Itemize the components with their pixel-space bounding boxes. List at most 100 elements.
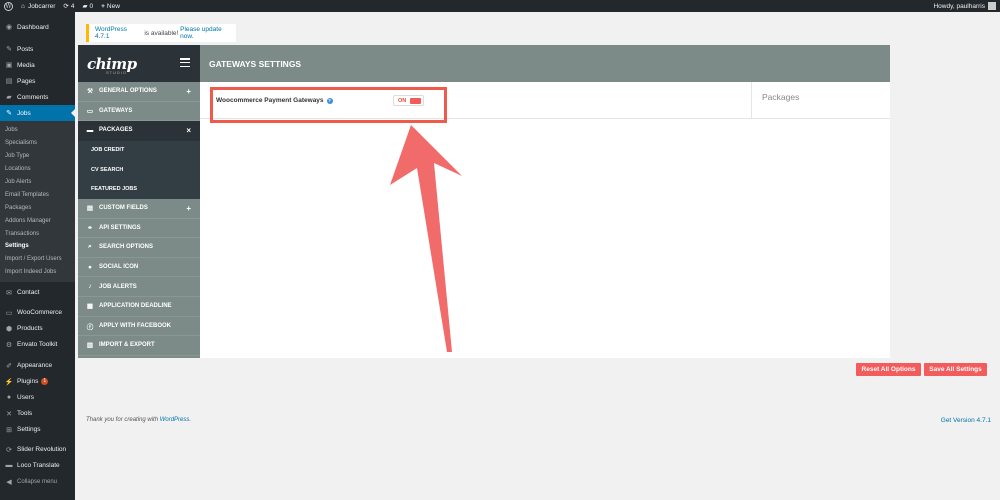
- home-icon: ⌂: [21, 2, 25, 10]
- facebook-icon: ⓕ: [86, 323, 94, 331]
- nav-label: JOB ALERTS: [99, 283, 137, 290]
- nav-cv-search[interactable]: CV SEARCH: [78, 160, 200, 179]
- menu-plugins[interactable]: ⚡ Plugins 1: [0, 374, 75, 390]
- jobs-submenu-item[interactable]: Addons Manager: [0, 214, 75, 227]
- jobs-submenu-item[interactable]: Specialisms: [0, 137, 75, 150]
- nav-label: SEARCH OPTIONS: [99, 244, 154, 251]
- logo-subtext: STUDIO: [106, 70, 128, 75]
- menu-contact[interactable]: ✉ Contact: [0, 285, 75, 301]
- menu-slider-revolution[interactable]: ⟳ Slider Revolution: [0, 442, 75, 458]
- jobs-submenu-item[interactable]: Settings: [0, 240, 75, 253]
- menu-products[interactable]: ⬢ Products: [0, 321, 75, 337]
- plug-icon: ⚡: [4, 378, 14, 386]
- collapse-x-icon: ×: [186, 125, 191, 135]
- menu-envato-toolkit[interactable]: ⚙ Envato Toolkit: [0, 337, 75, 353]
- menu-label: Loco Translate: [17, 462, 60, 470]
- nav-label: API SETTINGS: [99, 224, 141, 231]
- new-content-link[interactable]: + New: [97, 0, 124, 12]
- nav-api-settings[interactable]: ⚭ API SETTINGS: [78, 219, 200, 239]
- admin-bar: W ⌂ Jobcarrer ⟳ 4 ▰ 0 + New Howdy, paulh…: [0, 0, 1000, 12]
- menu-label: Collapse menu: [17, 478, 58, 485]
- menu-posts[interactable]: ✎ Posts: [0, 41, 75, 57]
- jobs-submenu-item[interactable]: Email Templates: [0, 188, 75, 201]
- import-export-icon: ▥: [86, 342, 94, 350]
- tools-icon: ⚒: [87, 88, 93, 96]
- nav-social-icon[interactable]: ● SOCIAL ICON: [78, 258, 200, 278]
- refresh-icon: ⟳: [6, 446, 12, 454]
- mail-icon: ✉: [6, 289, 12, 297]
- wordpress-version-link[interactable]: WordPress 4.7.1: [95, 26, 143, 40]
- jobs-submenu-item[interactable]: Job Alerts: [0, 176, 75, 189]
- menu-label: Appearance: [17, 362, 53, 370]
- nav-import-export[interactable]: ▥ IMPORT & EXPORT: [78, 336, 200, 356]
- wp-logo-menu[interactable]: W: [0, 0, 17, 12]
- save-all-settings-button[interactable]: Save All Settings: [924, 363, 987, 376]
- users-icon: ●: [6, 394, 12, 402]
- menu-settings[interactable]: ⊞ Settings: [0, 422, 75, 438]
- jobs-submenu-item[interactable]: Transactions: [0, 227, 75, 240]
- menu-label: Plugins: [17, 378, 39, 386]
- nav-label: SOCIAL ICON: [99, 264, 139, 271]
- admin-menu: ◉ Dashboard ✎ Posts ▣ Media ▤ Pages ▰ Comment…: [0, 12, 75, 500]
- nav-custom-fields[interactable]: ▤ CUSTOM FIELDS +: [78, 199, 200, 219]
- my-account[interactable]: Howdy, paulharris: [933, 2, 1000, 10]
- menu-label: Contact: [17, 289, 40, 297]
- menu-pages[interactable]: ▤ Pages: [0, 73, 75, 89]
- howdy-text: Howdy, paulharris: [933, 2, 985, 10]
- pin-icon: ✎: [6, 46, 12, 53]
- nav-label: GENERAL OPTIONS: [99, 88, 157, 95]
- brush-icon: ✐: [6, 362, 12, 370]
- wordpress-link[interactable]: WordPress: [160, 417, 190, 423]
- site-name-link[interactable]: ⌂ Jobcarrer: [17, 0, 59, 12]
- menu-media[interactable]: ▣ Media: [0, 57, 75, 73]
- nav-gateways[interactable]: ▭ GATEWAYS: [78, 102, 200, 122]
- nav-apply-with-facebook[interactable]: ⓕ APPLY WITH FACEBOOK: [78, 317, 200, 337]
- nav-application-deadline[interactable]: ▦ APPLICATION DEADLINE: [78, 297, 200, 317]
- menu-comments[interactable]: ▰ Comments: [0, 89, 75, 105]
- avatar: [988, 2, 996, 10]
- menu-appearance[interactable]: ✐ Appearance: [0, 358, 75, 374]
- comments-link[interactable]: ▰ 0: [78, 0, 97, 12]
- footer-thanks-text: Thank you for creating with: [86, 417, 160, 423]
- menu-loco-translate[interactable]: ▬ Loco Translate: [0, 458, 75, 474]
- menu-tools[interactable]: ✕ Tools: [0, 406, 75, 422]
- nav-label: APPLY WITH FACEBOOK: [99, 322, 172, 329]
- wrench-icon: ✕: [6, 410, 12, 418]
- jobs-submenu-item[interactable]: Import Indeed Jobs: [0, 266, 75, 279]
- options-nav: ⚒ GENERAL OPTIONS + ▭ GATEWAYS ▬ PACKAGES × J…: [78, 82, 200, 358]
- menu-label: Comments: [17, 93, 49, 101]
- nav-search-options[interactable]: ⌕ SEARCH OPTIONS: [78, 238, 200, 258]
- products-icon: ⬢: [5, 325, 13, 333]
- collapse-menu-button[interactable]: ◀ Collapse menu: [0, 474, 75, 490]
- nav-featured-jobs[interactable]: FEATURED JOBS: [78, 180, 200, 199]
- page-title: GATEWAYS SETTINGS: [209, 58, 302, 69]
- nav-job-alerts[interactable]: ♪ JOB ALERTS: [78, 277, 200, 297]
- menu-woocommerce[interactable]: ▭ WooCommerce: [0, 305, 75, 321]
- menu-users[interactable]: ● Users: [0, 390, 75, 406]
- plugins-update-badge: 1: [41, 378, 49, 386]
- menu-jobs[interactable]: ✎ Jobs: [0, 105, 75, 121]
- nav-job-credit[interactable]: JOB CREDIT: [78, 141, 200, 160]
- update-now-link[interactable]: Please update now.: [180, 26, 236, 40]
- menu-dashboard[interactable]: ◉ Dashboard: [0, 19, 75, 35]
- hamburger-menu-icon[interactable]: [180, 58, 190, 67]
- jobs-submenu-item[interactable]: Jobs: [0, 124, 75, 137]
- jobs-submenu-item[interactable]: Import / Export Users: [0, 253, 75, 266]
- nav-label: APPLICATION DEADLINE: [99, 303, 172, 310]
- nav-packages[interactable]: ▬ PACKAGES ×: [78, 121, 200, 141]
- media-icon: ▣: [5, 62, 13, 69]
- jobs-submenu-item[interactable]: Locations: [0, 163, 75, 176]
- reset-all-options-button[interactable]: Reset All Options: [856, 363, 921, 376]
- footer-version-link[interactable]: Get Version 4.7.1: [941, 417, 991, 424]
- comments-count: 0: [89, 2, 94, 10]
- wordpress-icon: W: [4, 1, 13, 11]
- nav-general-options[interactable]: ⚒ GENERAL OPTIONS +: [78, 82, 200, 102]
- bell-icon: ♪: [88, 283, 92, 291]
- updates-link[interactable]: ⟳ 4: [59, 0, 78, 12]
- pages-icon: ▤: [5, 78, 13, 85]
- jobs-submenu-item[interactable]: Packages: [0, 201, 75, 214]
- jobs-submenu-item[interactable]: Job Type: [0, 150, 75, 163]
- users-icon: ●: [88, 263, 92, 271]
- menu-label: Posts: [17, 45, 34, 53]
- jobs-submenu: Jobs Specialisms Job Type Locations Job Aler…: [0, 121, 75, 282]
